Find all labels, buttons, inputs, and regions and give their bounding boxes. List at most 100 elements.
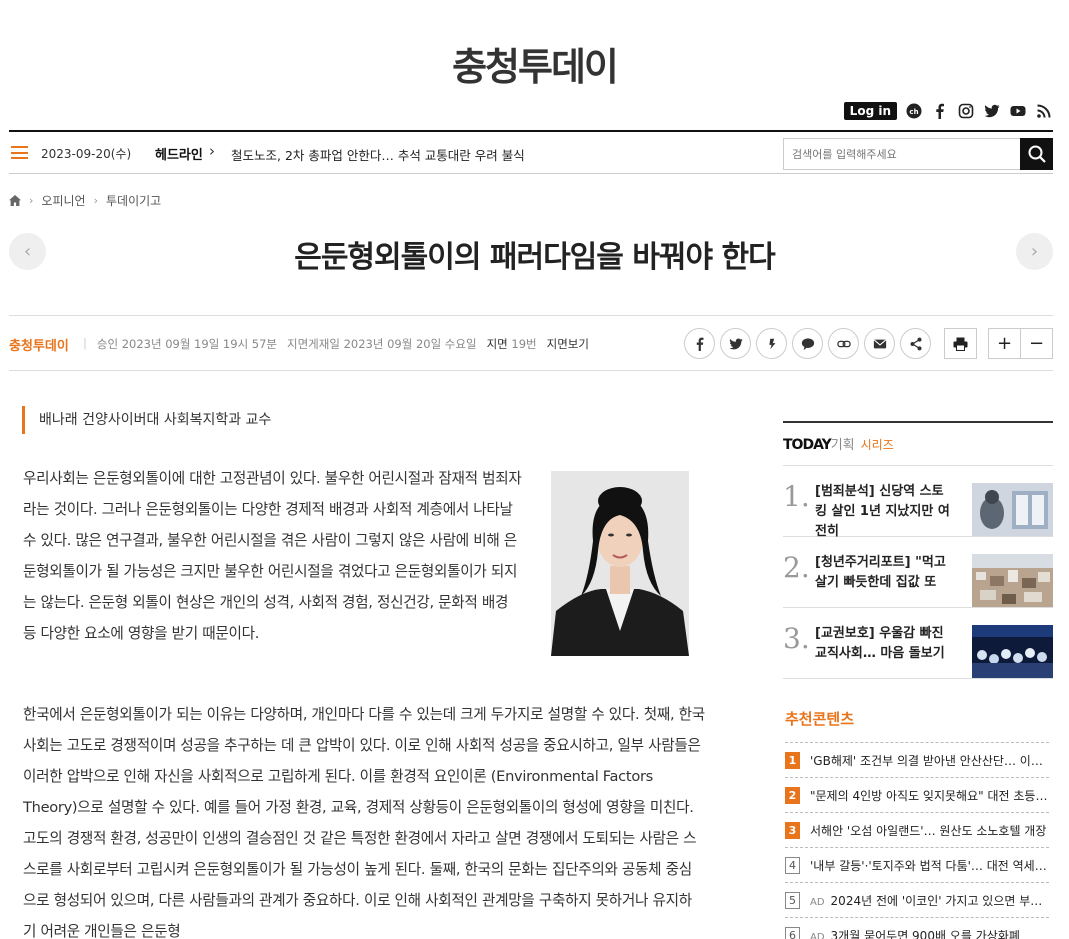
article-title: 은둔형외톨이의 패러다임을 바꿔야 한다 xyxy=(294,240,776,275)
ad-badge: AD xyxy=(810,931,825,939)
today-section-divider xyxy=(783,421,1053,423)
copy-link-button[interactable] xyxy=(828,328,859,359)
today-item-title[interactable]: [범죄분석] 신당역 스토킹 살인 1년 지났지만 여전히 xyxy=(815,482,955,542)
today-item-thumbnail[interactable] xyxy=(972,554,1053,607)
today-series-label: 시리즈 xyxy=(860,438,894,452)
site-logo[interactable]: 충청투데이 xyxy=(0,36,1069,91)
minus-icon: − xyxy=(1028,333,1045,354)
page-number: 지면 19번 xyxy=(487,336,537,352)
article-paragraph-2: 한국에서 은둔형외톨이가 되는 이유는 다양하며, 개인마다 다를 수 있는데 … xyxy=(23,706,705,939)
meta-divider: | xyxy=(83,336,87,350)
breadcrumb-opinion[interactable]: 오피니언 xyxy=(41,192,85,209)
share-twitter-button[interactable] xyxy=(720,328,751,359)
print-icon xyxy=(953,337,968,351)
today-item[interactable]: 2. [청년주거리포트] "먹고 살기 빠듯한데 집값 또 xyxy=(783,537,1053,608)
recommend-item[interactable]: 6 AD 3개월 묻어두면 900배 오를 가상화폐 xyxy=(785,918,1049,939)
headline-ticker-link[interactable]: 철도노조, 2차 총파업 안한다… 추석 교통대란 우려 불식 xyxy=(231,145,525,164)
youtube-icon[interactable] xyxy=(1009,102,1027,120)
today-title-sub: 기획 xyxy=(830,438,855,453)
recommend-item[interactable]: 4 '내부 갈등'·'토지주와 법적 다툼'… 대전 역세권개발 xyxy=(785,848,1049,883)
today-item-number: 2. xyxy=(783,551,810,584)
font-decrease-button[interactable]: − xyxy=(1020,328,1053,359)
article-info-bar: 충청투데이 | 승인 2023년 09월 19일 19시 57분 지면게재일 2… xyxy=(9,315,1053,371)
today-section-title: TODAY 기획 시리즈 xyxy=(783,434,894,453)
twitter-icon xyxy=(728,338,743,349)
recommend-rank: 6 xyxy=(785,926,800,939)
breadcrumb-today-contribution[interactable]: 투데이기고 xyxy=(106,192,161,209)
speech-bubble-icon xyxy=(801,337,814,350)
channel-icon[interactable]: ch xyxy=(905,102,923,120)
recommend-section-title: 추천콘텐츠 xyxy=(785,710,855,728)
top-utility-bar: Log in ch xyxy=(843,102,1053,120)
login-button[interactable]: Log in xyxy=(843,102,897,120)
breadcrumb-separator: › xyxy=(93,194,98,207)
recommend-item-title[interactable]: 서해안 '오섬 아일랜드'… 원산도 소노호텔 개장 xyxy=(810,822,1048,839)
facebook-icon[interactable] xyxy=(931,102,949,120)
link-icon xyxy=(836,340,851,347)
share-facebook-button[interactable] xyxy=(684,328,715,359)
home-icon[interactable] xyxy=(9,195,21,206)
plus-icon: + xyxy=(996,333,1013,354)
recommend-rank: 2 xyxy=(785,786,800,804)
twitter-icon[interactable] xyxy=(983,102,1001,120)
svg-text:ch: ch xyxy=(909,108,918,116)
today-item-number: 1. xyxy=(783,480,810,513)
ad-badge: AD xyxy=(810,896,825,908)
today-item[interactable]: 1. [범죄분석] 신당역 스토킹 살인 1년 지났지만 여전히 xyxy=(783,466,1053,539)
today-item-thumbnail[interactable] xyxy=(972,483,1053,536)
article-paragraph-1: 우리사회는 은둔형외톨이에 대한 고정관념이 있다. 불우한 어린시절과 잠재적… xyxy=(23,470,522,642)
today-item[interactable]: 3. [교권보호] 우울감 빠진 교직사회… 마음 돌보기 xyxy=(783,608,1053,679)
recommend-rank: 4 xyxy=(785,856,800,874)
current-date: 2023-09-20(수) xyxy=(41,147,132,161)
recommend-item-title[interactable]: AD 2024년 전에 '이코인' 가지고 있으면 부자 됩니다 xyxy=(810,892,1048,909)
headline-label: 헤드라인 xyxy=(155,148,203,163)
kakaostory-icon xyxy=(768,338,775,349)
rss-icon[interactable] xyxy=(1035,102,1053,120)
print-date: 지면게재일 2023년 09월 20일 수요일 xyxy=(287,337,477,351)
search-box xyxy=(783,138,1045,170)
main-nav-bar: 2023-09-20(수) 헤드라인 › 철도노조, 2차 총파업 안한다… 추… xyxy=(9,130,1053,174)
recommend-rank: 1 xyxy=(785,751,800,769)
page-label: 지면 xyxy=(486,337,508,351)
search-button[interactable] xyxy=(1020,138,1053,170)
recommend-ad-text[interactable]: 3개월 묻어두면 900배 오를 가상화폐 xyxy=(831,929,1020,939)
article-source: 충청투데이 xyxy=(9,339,69,354)
today-item-title[interactable]: [청년주거리포트] "먹고 살기 빠듯한데 집값 또 xyxy=(815,553,955,593)
instagram-icon[interactable] xyxy=(957,102,975,120)
recommend-ad-text[interactable]: 2024년 전에 '이코인' 가지고 있으면 부자 됩니다 xyxy=(831,894,1048,908)
menu-icon[interactable] xyxy=(11,146,28,159)
recommend-item[interactable]: 5 AD 2024년 전에 '이코인' 가지고 있으면 부자 됩니다 xyxy=(785,883,1049,918)
recommend-rank: 3 xyxy=(785,821,800,839)
today-title-main: TODAY xyxy=(783,437,832,453)
share-icon xyxy=(909,337,922,350)
recommend-list: 1 'GB해제' 조건부 의결 받아낸 안산산단… 이제 남은건 2 "문제의 4인… xyxy=(785,742,1049,939)
article-meta: | 승인 2023년 09월 19일 19시 57분 지면게재일 2023년 0… xyxy=(83,336,589,352)
email-icon xyxy=(873,339,886,348)
recommend-item[interactable]: 3 서해안 '오섬 아일랜드'… 원산도 소노호텔 개장 xyxy=(785,813,1049,848)
today-item-title[interactable]: [교권보호] 우울감 빠진 교직사회… 마음 돌보기 xyxy=(815,624,955,664)
print-button[interactable] xyxy=(944,328,977,359)
search-input[interactable] xyxy=(784,139,1045,169)
share-kakaostory-button[interactable] xyxy=(756,328,787,359)
search-icon xyxy=(1028,145,1046,163)
recommend-item[interactable]: 1 'GB해제' 조건부 의결 받아낸 안산산단… 이제 남은건 xyxy=(785,743,1049,778)
recommend-item-title[interactable]: '내부 갈등'·'토지주와 법적 다툼'… 대전 역세권개발 xyxy=(810,857,1048,874)
breadcrumb: › 오피니언 › 투데이기고 xyxy=(9,192,161,209)
recommend-item-title[interactable]: "문제의 4인방 아직도 잊지못해요" 대전 초등교사 사망 xyxy=(810,787,1048,804)
recommend-rank: 5 xyxy=(785,891,800,909)
share-email-button[interactable] xyxy=(864,328,895,359)
recommend-item[interactable]: 2 "문제의 4인방 아직도 잊지못해요" 대전 초등교사 사망 xyxy=(785,778,1049,813)
font-increase-button[interactable]: + xyxy=(988,328,1021,359)
today-list: 1. [범죄분석] 신당역 스토킹 살인 1년 지났지만 여전히 2. [청년주… xyxy=(783,465,1053,679)
share-more-button[interactable] xyxy=(900,328,931,359)
chevron-right-icon[interactable]: › xyxy=(209,142,215,160)
recommend-item-title[interactable]: AD 3개월 묻어두면 900배 오를 가상화폐 xyxy=(810,927,1048,939)
share-kakaotalk-button[interactable] xyxy=(792,328,823,359)
recommend-item-title[interactable]: 'GB해제' 조건부 의결 받아낸 안산산단… 이제 남은건 xyxy=(810,752,1048,769)
today-item-number: 3. xyxy=(783,622,810,655)
page-number-value: 19번 xyxy=(511,337,537,351)
view-paper-link[interactable]: 지면보기 xyxy=(547,336,589,352)
today-item-thumbnail[interactable] xyxy=(972,625,1053,678)
author-photo xyxy=(551,471,689,656)
author-byline: 배나래 건양사이버대 사회복지학과 교수 xyxy=(22,406,271,434)
